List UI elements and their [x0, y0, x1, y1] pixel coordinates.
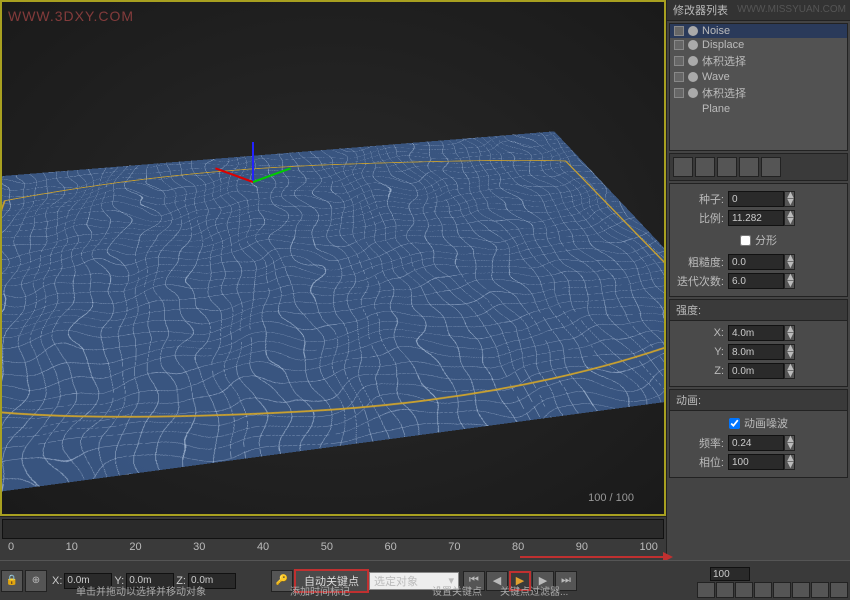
noise-params: 种子: ▲▼ 比例: ▲▼ 分形 粗糙度: ▲▼ 迭代次数: ▲▼	[669, 183, 848, 297]
seed-input[interactable]	[728, 191, 784, 207]
spinner-icon[interactable]: ▲▼	[784, 254, 795, 270]
strength-title: 强度:	[670, 300, 847, 321]
watermark-missyuan: WWW.MISSYUAN.COM	[737, 4, 846, 15]
stack-label: Displace	[702, 39, 744, 51]
mesh-wireframe	[0, 131, 666, 507]
x-coord-label: X:	[52, 575, 62, 587]
seed-label: 种子:	[674, 191, 724, 207]
frame-input[interactable]	[710, 567, 750, 581]
zoom-icon[interactable]	[716, 582, 734, 598]
time-slider[interactable]	[2, 519, 664, 539]
viewport[interactable]: WWW.3DXY.COM 100 / 100	[0, 0, 666, 516]
orbit-icon[interactable]	[811, 582, 829, 598]
anim-params: 动画: 动画噪波 频率: ▲▼ 相位: ▲▼	[669, 389, 848, 478]
time-tag-hint[interactable]: 添加时间标记	[290, 583, 350, 598]
z-label: Z:	[674, 365, 724, 377]
zoom-all-icon[interactable]	[735, 582, 753, 598]
bulb-icon[interactable]	[688, 56, 698, 66]
watermark-3dxy: WWW.3DXY.COM	[8, 8, 134, 24]
scale-label: 比例:	[674, 210, 724, 226]
status-hint: 单击并拖动以选择并移动对象	[76, 583, 206, 598]
stack-item-plane[interactable]: Plane	[670, 102, 847, 116]
stack-label: Plane	[702, 103, 730, 115]
pin-stack-button[interactable]	[673, 157, 693, 177]
rough-label: 粗糙度:	[674, 254, 724, 270]
spinner-icon[interactable]: ▲▼	[784, 344, 795, 360]
spinner-icon[interactable]: ▲▼	[784, 363, 795, 379]
modifier-stack[interactable]: Noise Displace 体积选择 Wave 体积选择 Plane	[669, 23, 848, 151]
key-filters-hint[interactable]: 关键点过滤器...	[500, 583, 568, 598]
viewport-nav-icons	[697, 582, 848, 598]
stack-item-wave[interactable]: Wave	[670, 70, 847, 84]
bulb-icon[interactable]	[688, 26, 698, 36]
zoom-extents-icon[interactable]	[773, 582, 791, 598]
stack-label: 体积选择	[702, 53, 746, 69]
timeline[interactable]: 0102030405060708090100	[0, 516, 666, 560]
bulb-icon[interactable]	[688, 72, 698, 82]
freq-label: 频率:	[674, 435, 724, 451]
freq-input[interactable]	[728, 435, 784, 451]
stack-item-noise[interactable]: Noise	[670, 24, 847, 38]
animnoise-checkbox[interactable]	[729, 418, 740, 429]
lock-button[interactable]: 🔒	[1, 570, 23, 592]
maximize-icon[interactable]	[830, 582, 848, 598]
spinner-icon[interactable]: ▲▼	[784, 273, 795, 289]
spinner-icon[interactable]: ▲▼	[784, 210, 795, 226]
phase-label: 相位:	[674, 454, 724, 470]
current-frame	[710, 567, 750, 581]
spinner-icon[interactable]: ▲▼	[784, 191, 795, 207]
expand-icon[interactable]	[674, 26, 684, 36]
unique-button[interactable]	[717, 157, 737, 177]
iter-label: 迭代次数:	[674, 273, 724, 289]
sel-lock-button[interactable]: ⊕	[25, 570, 47, 592]
stack-toolbar	[669, 153, 848, 181]
strength-params: 强度: X: ▲▼ Y: ▲▼ Z: ▲▼	[669, 299, 848, 387]
annotation-arrow	[520, 556, 670, 558]
fractal-label: 分形	[755, 232, 777, 248]
fractal-checkbox[interactable]	[740, 235, 751, 246]
expand-icon[interactable]	[674, 72, 684, 82]
strength-z-input[interactable]	[728, 363, 784, 379]
fov-icon[interactable]	[754, 582, 772, 598]
stack-label: Wave	[702, 71, 730, 83]
rough-input[interactable]	[728, 254, 784, 270]
spinner-icon[interactable]: ▲▼	[784, 325, 795, 341]
frame-indicator: 100 / 100	[588, 492, 634, 504]
set-key-hint[interactable]: 设置关键点	[432, 583, 482, 598]
remove-modifier-button[interactable]	[739, 157, 759, 177]
iter-input[interactable]	[728, 273, 784, 289]
gizmo-z-axis[interactable]	[252, 142, 254, 182]
x-label: X:	[674, 327, 724, 339]
pan-icon[interactable]	[792, 582, 810, 598]
stack-label: 体积选择	[702, 85, 746, 101]
timeline-ticks: 0102030405060708090100	[0, 541, 666, 553]
stack-label: Noise	[702, 25, 730, 37]
spinner-icon[interactable]: ▲▼	[784, 454, 795, 470]
anim-title: 动画:	[670, 390, 847, 411]
modifier-panel: 修改器列表 WWW.MISSYUAN.COM Noise Displace 体积…	[666, 0, 850, 600]
bulb-icon[interactable]	[688, 88, 698, 98]
stack-item-displace[interactable]: Displace	[670, 38, 847, 52]
phase-input[interactable]	[728, 454, 784, 470]
y-label: Y:	[674, 346, 724, 358]
expand-icon[interactable]	[674, 88, 684, 98]
bulb-icon[interactable]	[688, 40, 698, 50]
stack-item-volsel1[interactable]: 体积选择	[670, 52, 847, 70]
configure-button[interactable]	[761, 157, 781, 177]
strength-x-input[interactable]	[728, 325, 784, 341]
show-end-button[interactable]	[695, 157, 715, 177]
spinner-icon[interactable]: ▲▼	[784, 435, 795, 451]
animnoise-label: 动画噪波	[744, 415, 788, 431]
expand-icon[interactable]	[674, 40, 684, 50]
strength-y-input[interactable]	[728, 344, 784, 360]
expand-icon[interactable]	[674, 56, 684, 66]
scale-input[interactable]	[728, 210, 784, 226]
time-config-button[interactable]	[697, 582, 715, 598]
stack-item-volsel2[interactable]: 体积选择	[670, 84, 847, 102]
